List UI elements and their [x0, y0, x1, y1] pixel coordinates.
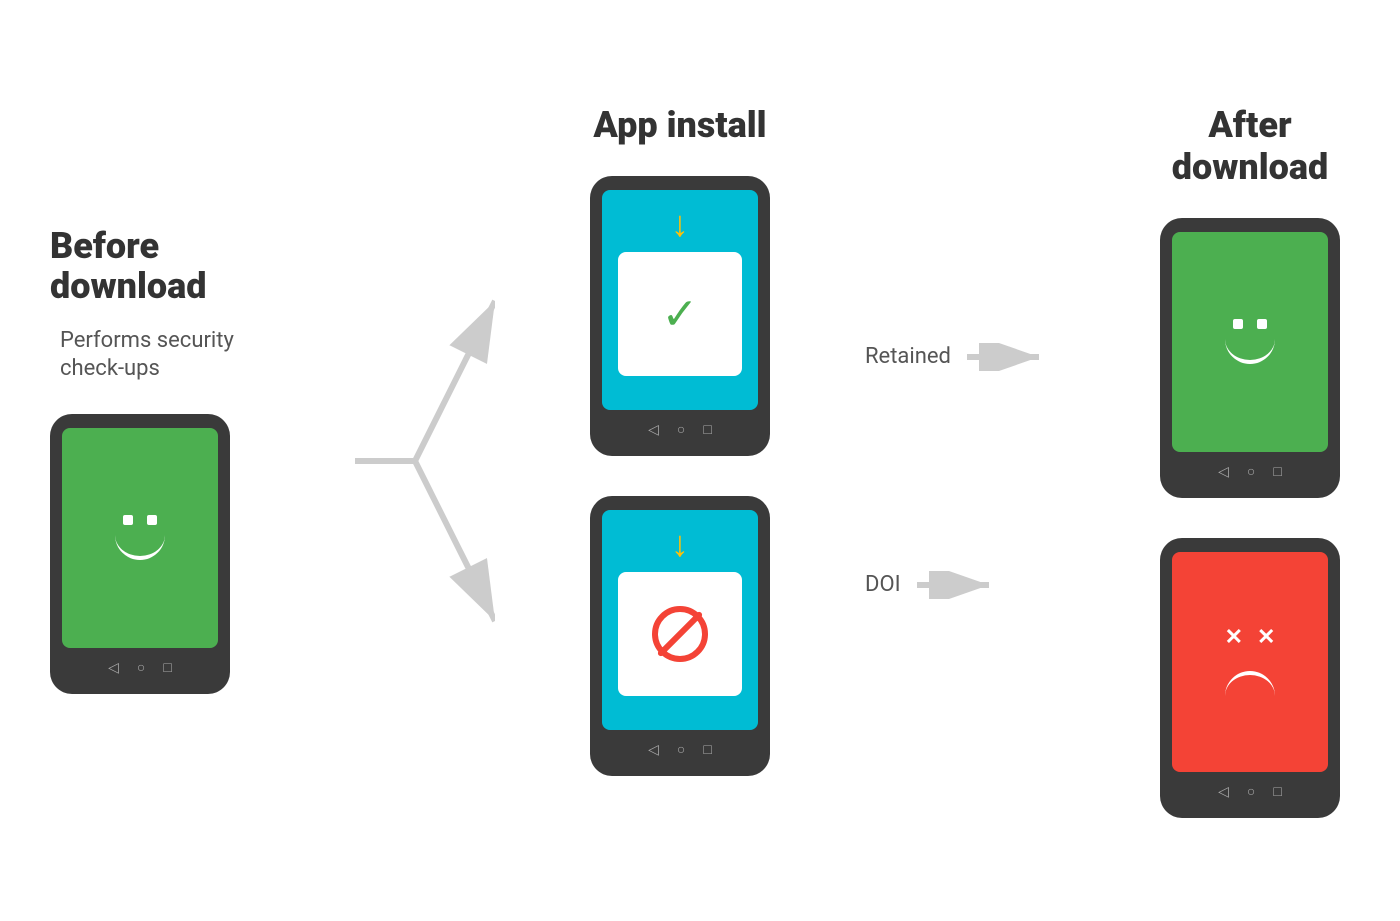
phone-install-bad-nav: ◁ ○ □: [602, 736, 758, 764]
phone-after-bad: ✕ ✕ ◁ ○ □: [1160, 538, 1340, 818]
arrows-with-labels: Retained DOI: [865, 171, 1065, 751]
retained-arrow-svg: [967, 343, 1047, 371]
before-subtitle: Performs security check-ups: [50, 327, 270, 384]
sad-eyes-after-bad: ✕ ✕: [1225, 627, 1276, 649]
doi-arrow-svg: [917, 571, 997, 599]
phones-install: ↓ ✓ ◁ ○ □: [590, 176, 770, 776]
col-after: After download ◁: [1150, 104, 1350, 818]
install-card-bad: [618, 572, 743, 697]
nav-recent-ib: □: [703, 741, 711, 758]
smiley-eye-right-ag: [1257, 319, 1267, 329]
install-card-good: ✓: [618, 252, 743, 377]
phone-install-good-screen: ↓ ✓: [602, 190, 758, 410]
fork-svg: [355, 171, 495, 751]
doi-label: DOI: [865, 572, 901, 597]
nav-recent-before: □: [163, 659, 171, 676]
retained-label: Retained: [865, 344, 951, 369]
nav-back-ab: ◁: [1218, 784, 1229, 800]
checkmark-icon: ✓: [662, 288, 699, 340]
phone-after-bad-nav: ◁ ○ □: [1172, 778, 1328, 806]
phone-before-nav: ◁ ○ □: [62, 654, 218, 682]
phone-install-bad-screen: ↓: [602, 510, 758, 730]
doi-row: DOI: [865, 571, 997, 599]
col-install: App install ↓ ✓ ◁ ○: [580, 104, 780, 776]
nav-back-ig: ◁: [648, 422, 659, 438]
install-good-content: ↓ ✓: [602, 190, 758, 410]
fork-arrows-left: [355, 171, 495, 751]
x-eye-left: ✕: [1225, 627, 1243, 649]
diagram-columns: Before download Performs security check-…: [50, 104, 1350, 818]
smiley-eye-left: [123, 515, 133, 525]
sad-mouth-after-bad: [1225, 671, 1275, 696]
nav-back-before: ◁: [108, 660, 119, 676]
nav-home-ab: ○: [1247, 783, 1255, 800]
sad-face-after-bad: ✕ ✕: [1225, 627, 1276, 696]
phone-after-good-screen: [1172, 232, 1328, 452]
retained-row: Retained: [865, 343, 1047, 371]
phone-install-good-nav: ◁ ○ □: [602, 416, 758, 444]
nav-back-ag: ◁: [1218, 464, 1229, 480]
after-title: After download: [1150, 104, 1350, 188]
nav-recent-ag: □: [1273, 463, 1281, 480]
phone-after-good: ◁ ○ □: [1160, 218, 1340, 498]
smiley-mouth-before: [115, 535, 165, 560]
before-title: Before download: [50, 227, 270, 306]
smiley-after-good: [1225, 319, 1275, 364]
nav-home-before: ○: [137, 659, 145, 676]
phones-after: ◁ ○ □ ✕ ✕: [1160, 218, 1340, 818]
main-container: Before download Performs security check-…: [0, 0, 1400, 921]
nav-back-ib: ◁: [648, 742, 659, 758]
smiley-eye-right: [147, 515, 157, 525]
phone-before-screen: [62, 428, 218, 648]
download-arrow-good: ↓: [671, 206, 689, 242]
phone-install-good: ↓ ✓ ◁ ○ □: [590, 176, 770, 456]
phone-before: ◁ ○ □: [50, 414, 230, 694]
nav-recent-ig: □: [703, 421, 711, 438]
smiley-eyes-after-good: [1233, 319, 1267, 329]
nav-home-ib: ○: [677, 741, 685, 758]
smiley-eyes-before: [123, 515, 157, 525]
nav-recent-ab: □: [1273, 783, 1281, 800]
phone-install-bad: ↓ ◁ ○ □: [590, 496, 770, 776]
nav-home-ig: ○: [677, 421, 685, 438]
block-icon: [652, 606, 708, 662]
smiley-eye-left-ag: [1233, 319, 1243, 329]
smiley-mouth-after-good: [1225, 339, 1275, 364]
col-before: Before download Performs security check-…: [50, 227, 270, 693]
nav-home-ag: ○: [1247, 463, 1255, 480]
download-arrow-bad: ↓: [671, 526, 689, 562]
phone-after-good-nav: ◁ ○ □: [1172, 458, 1328, 486]
x-eye-right: ✕: [1257, 627, 1275, 649]
phone-after-bad-screen: ✕ ✕: [1172, 552, 1328, 772]
install-title: App install: [593, 104, 766, 146]
install-bad-content: ↓: [602, 510, 758, 730]
smiley-before: [115, 515, 165, 560]
